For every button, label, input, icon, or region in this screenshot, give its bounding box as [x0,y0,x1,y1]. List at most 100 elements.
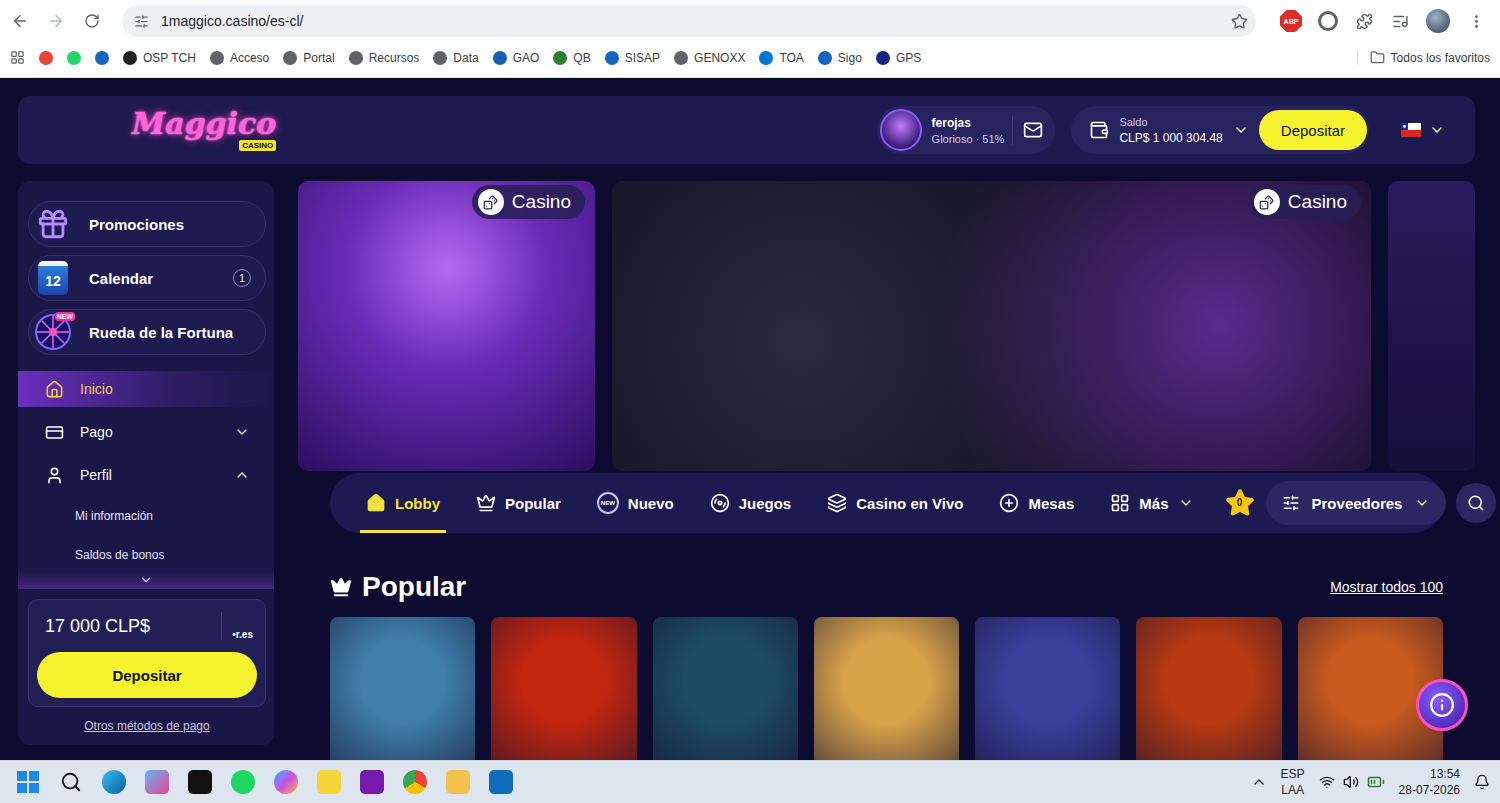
category-tab[interactable]: Mesas [993,473,1080,533]
category-tab[interactable]: NEWNuevo [591,473,680,533]
notifications-icon[interactable] [1474,774,1490,790]
bookmark[interactable]: GENOXX [674,51,745,65]
scroll-hint[interactable] [18,571,274,589]
onenote-icon [360,770,384,794]
providers-dropdown[interactable]: Proveedores [1266,481,1447,525]
input-language[interactable]: ESPLAA [1281,766,1305,798]
apps-icon[interactable] [10,50,25,65]
game-tile[interactable] [330,617,475,760]
taskbar-app[interactable] [436,762,479,802]
taskbar-app[interactable] [307,762,350,802]
taskbar-app[interactable] [135,762,178,802]
extension-icon[interactable] [1318,11,1338,31]
game-tile[interactable] [491,617,636,760]
site-info-icon[interactable] [134,14,149,29]
bookmark[interactable]: TOA [759,51,803,65]
start-button[interactable] [6,762,49,802]
reload-button[interactable] [76,5,108,37]
balance-dropdown-icon[interactable] [1233,122,1249,138]
taskbar-app[interactable] [221,762,264,802]
promo-label: Promociones [89,216,251,233]
favorites-button[interactable]: 0 [1224,487,1256,519]
hidden-icons-icon[interactable] [1251,774,1267,790]
bookmark[interactable]: OSP TCH [123,51,196,65]
taskbar-app[interactable] [264,762,307,802]
category-tab[interactable]: Lobby [360,473,446,533]
deposit-button[interactable]: Depositar [1259,110,1367,150]
taskbar-app[interactable] [479,762,522,802]
sidebar-deposit-button[interactable]: Depositar [37,652,257,698]
taskbar-app[interactable] [92,762,135,802]
windows-start-icon[interactable] [17,771,39,793]
extensions-button[interactable] [1348,5,1380,37]
bookmark-icon[interactable] [95,51,109,65]
bookmark-icon[interactable] [39,51,53,65]
game-tile[interactable] [975,617,1120,760]
clock[interactable]: 13:5428-07-2026 [1399,766,1460,798]
bookmark-icon[interactable] [67,51,81,65]
taskbar-app[interactable] [350,762,393,802]
balance-label: Saldo [1119,116,1222,128]
chile-flag-icon [1401,123,1421,137]
balance-info: SaldoCLP$ 1 000 304.48 [1119,116,1222,145]
category-tab[interactable]: Más [1104,473,1199,533]
deposit-amount[interactable]: 17 000 CLP$ [45,616,150,637]
bookmark[interactable]: Recursos [349,51,420,65]
bookmark[interactable]: QB [553,51,590,65]
language-selector[interactable] [1385,122,1445,138]
promo-count-badge: 1 [233,269,251,287]
sidebar-menu: Inicio Pago Perfil Mi información Saldos de … [18,371,274,571]
category-tab[interactable]: Juegos [704,473,798,533]
category-tab[interactable]: Casino en Vivo [821,473,969,533]
bookmark[interactable]: Data [433,51,478,65]
promo-card[interactable]: Promociones [28,201,266,247]
promo-card[interactable]: 12Calendar1 [28,255,266,301]
bookmark[interactable]: Portal [283,51,334,65]
taskbar-app[interactable] [178,762,221,802]
tray-icons[interactable] [1319,773,1385,791]
bookmark[interactable]: GPS [876,51,921,65]
media-button[interactable] [1384,5,1416,37]
bookmark[interactable]: SISAP [605,51,660,65]
game-tile[interactable] [814,617,959,760]
bookmark[interactable]: GAO [493,51,540,65]
crown-icon [330,576,352,598]
favorites-count: 0 [1224,497,1256,508]
back-button[interactable] [4,5,36,37]
sidebar-subitem[interactable]: Saldos de bonos [18,539,274,571]
info-button[interactable] [1416,679,1468,731]
adblock-extension-icon[interactable]: ABP [1280,10,1302,32]
menu-icon [1468,13,1485,30]
show-all-link[interactable]: Mostrar todos 100 [1330,579,1443,595]
profile-avatar[interactable] [1426,9,1450,33]
promo-card[interactable]: NEWRueda de la Fortuna [28,309,266,355]
logo[interactable]: MaggicoCASINO [132,109,276,151]
promo-banner[interactable] [1388,181,1475,471]
category-tab[interactable]: Popular [470,473,567,533]
taskbar-search[interactable] [49,762,92,802]
taskbar-app[interactable] [393,762,436,802]
sidebar-item[interactable]: Perfil [18,457,274,493]
search-button[interactable] [1456,483,1496,523]
user-pill[interactable]: ferojasGlorioso · 51% [877,106,1056,154]
promo-banner[interactable]: Casino [298,181,595,471]
new-icon: NEW [597,492,619,514]
all-bookmarks[interactable]: Todos los favoritos [1357,50,1490,65]
bookmark[interactable]: Acceso [210,51,269,65]
site-header: MaggicoCASINO ferojasGlorioso · 51% SaldoC… [18,96,1475,164]
chrome-icon [403,770,427,794]
address-bar[interactable]: 1maggico.casino/es-cl/ [122,5,1256,37]
game-tile[interactable] [1136,617,1281,760]
menu-button[interactable] [1460,5,1492,37]
other-payment-link[interactable]: Otros métodos de pago [28,719,266,733]
mail-icon[interactable] [1023,120,1043,140]
puzzle-icon [1356,13,1373,30]
sidebar-item[interactable]: Inicio [18,371,274,407]
bookmark-star-icon[interactable] [1231,13,1248,30]
game-tile[interactable] [653,617,798,760]
promo-banner[interactable]: Casino [612,181,1371,471]
bookmark[interactable]: Sigo [818,51,862,65]
sidebar-item[interactable]: Pago [18,414,274,450]
forward-button[interactable] [40,5,72,37]
sidebar-subitem[interactable]: Mi información [18,500,274,532]
